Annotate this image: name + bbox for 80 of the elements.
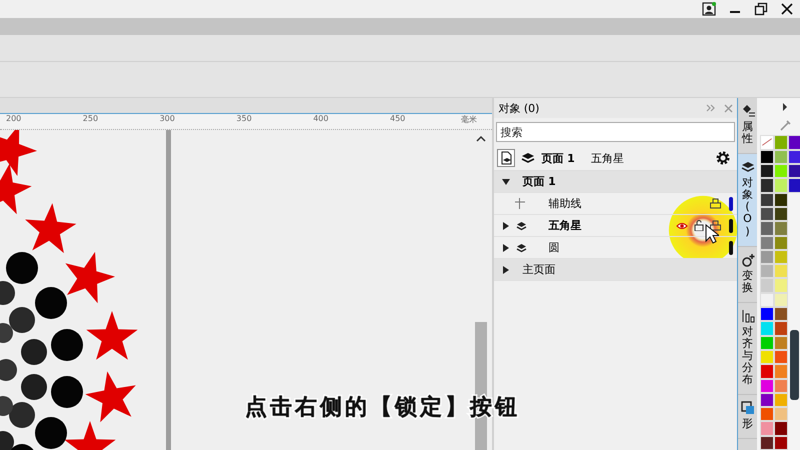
color-swatch[interactable] <box>760 350 774 364</box>
breadcrumb-layer[interactable]: 五角星 <box>590 150 624 166</box>
layer-name: 圆 <box>548 240 560 255</box>
expand-arrow-icon[interactable] <box>502 222 510 230</box>
color-swatch[interactable] <box>774 135 788 150</box>
page-layers-icon[interactable] <box>497 149 516 167</box>
layer-name: 五角星 <box>548 218 582 233</box>
close-icon[interactable] <box>780 2 794 16</box>
color-swatch[interactable] <box>760 250 774 264</box>
color-swatch[interactable] <box>760 150 774 164</box>
layers-icon <box>516 220 528 230</box>
color-swatch[interactable] <box>774 164 788 178</box>
color-swatch[interactable] <box>774 278 788 293</box>
color-swatch[interactable] <box>774 307 788 322</box>
panel-title: 对象 (0) <box>498 100 540 116</box>
subtitle-caption: 点击右侧的【锁定】按钮 <box>245 394 520 422</box>
color-swatch[interactable] <box>774 221 788 236</box>
palette-scrollbar[interactable] <box>790 330 799 400</box>
color-swatch[interactable] <box>774 264 788 278</box>
layer-name: 辅助线 <box>548 196 582 211</box>
color-swatch[interactable] <box>760 178 774 193</box>
color-swatch[interactable] <box>788 135 800 150</box>
ruler-label: 400 <box>313 114 328 123</box>
layers-icon <box>516 242 528 252</box>
color-swatch[interactable] <box>774 321 788 336</box>
ruler-label: 350 <box>236 114 252 123</box>
ruler-label: 250 <box>82 114 98 123</box>
printer-icon[interactable] <box>710 198 722 209</box>
layers-icon <box>521 152 536 164</box>
collapse-arrow-icon[interactable] <box>502 178 510 186</box>
color-swatch[interactable] <box>788 178 800 193</box>
color-swatch[interactable] <box>788 164 800 178</box>
color-swatch[interactable] <box>760 321 774 336</box>
tree-row[interactable]: 页面 1 <box>494 171 738 193</box>
color-swatch[interactable] <box>760 292 774 308</box>
color-swatch[interactable] <box>760 192 774 207</box>
align-icon <box>740 308 754 323</box>
breadcrumb-page[interactable]: 页面 1 <box>541 150 575 166</box>
color-swatch[interactable] <box>774 407 788 422</box>
color-swatch[interactable] <box>774 178 788 193</box>
expand-arrow-icon[interactable] <box>502 244 510 252</box>
eyedropper-icon[interactable] <box>779 118 792 131</box>
color-swatch[interactable] <box>760 407 774 422</box>
color-swatch[interactable] <box>774 364 788 379</box>
flyout-arrow-icon[interactable] <box>782 102 788 111</box>
search-field[interactable]: 搜索 <box>496 122 736 142</box>
color-swatch[interactable] <box>760 364 774 379</box>
transform-icon <box>740 252 754 267</box>
cursor-icon <box>705 224 720 244</box>
tree-row[interactable]: 主页面 <box>494 259 738 281</box>
color-swatch[interactable] <box>760 378 774 393</box>
color-swatch[interactable] <box>760 421 774 436</box>
settings-icon[interactable] <box>715 150 732 166</box>
color-swatch[interactable] <box>760 206 774 222</box>
color-swatch[interactable] <box>760 392 774 408</box>
expand-arrow-icon[interactable] <box>502 266 510 274</box>
ruler-label: 300 <box>160 114 175 123</box>
side-tab[interactable]: 对象 (O) <box>738 154 757 247</box>
color-swatch[interactable] <box>760 278 774 293</box>
layers-icon <box>740 160 754 174</box>
color-swatch[interactable] <box>760 164 774 178</box>
color-swatch[interactable] <box>760 336 774 350</box>
printer-icon[interactable] <box>710 220 722 231</box>
ruler-label: 200 <box>6 114 22 123</box>
color-swatch[interactable] <box>774 421 788 436</box>
no-color-swatch[interactable] <box>760 135 774 150</box>
ruler-unit: 毫米 <box>460 114 477 125</box>
guides-icon <box>514 198 526 209</box>
color-swatch[interactable] <box>760 436 774 450</box>
open-lock-icon[interactable] <box>694 220 704 231</box>
scroll-up-icon[interactable] <box>476 135 486 143</box>
user-icon[interactable] <box>702 2 716 16</box>
color-swatch[interactable] <box>760 236 774 250</box>
color-swatch[interactable] <box>760 264 774 278</box>
color-swatch[interactable] <box>760 307 774 322</box>
shape-icon <box>740 401 754 416</box>
ruler-label: 450 <box>390 114 406 123</box>
color-swatch[interactable] <box>760 221 774 236</box>
restore-icon[interactable] <box>754 2 768 16</box>
properties-icon <box>740 104 754 118</box>
